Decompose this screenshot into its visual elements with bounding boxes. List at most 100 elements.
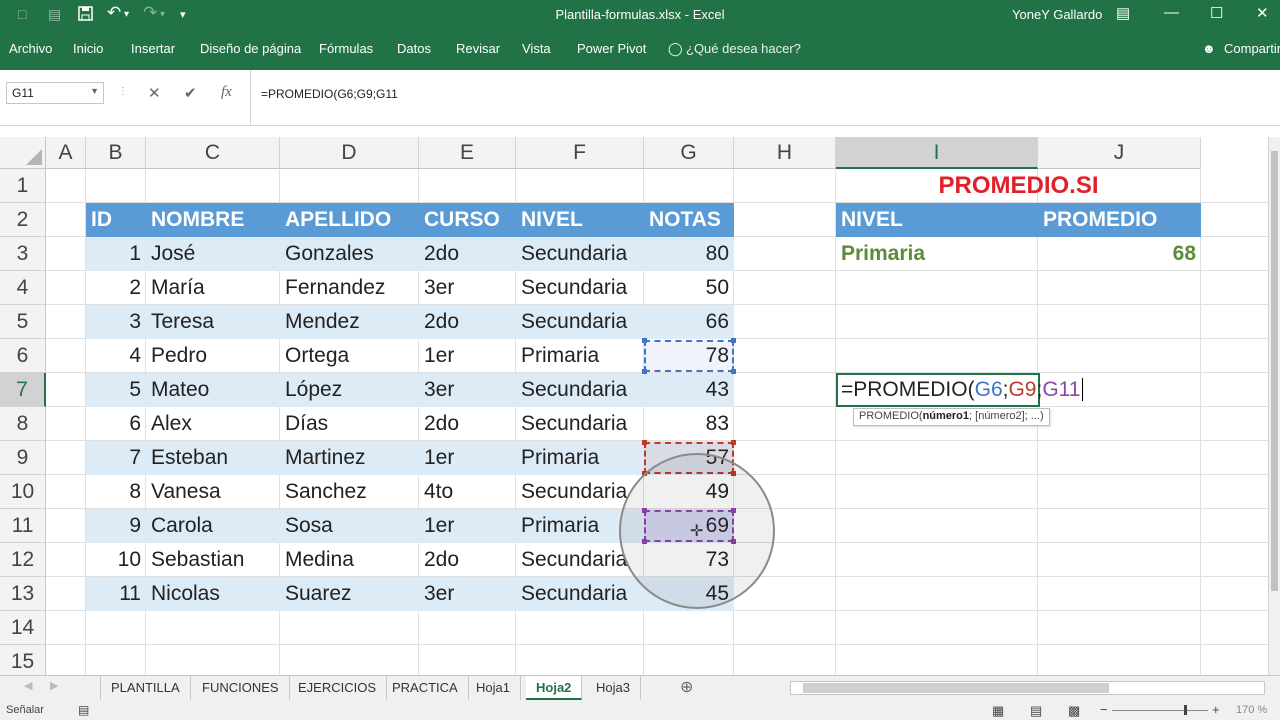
sheet-tab-hoja3[interactable]: Hoja3 <box>586 676 641 700</box>
side-header-nivel[interactable]: NIVEL <box>836 203 1038 237</box>
table-cell-nivel[interactable]: Secundaria <box>516 407 644 441</box>
table-cell-notas[interactable]: 80 <box>644 237 734 271</box>
column-header-g[interactable]: G <box>644 137 734 169</box>
tab-inicio[interactable]: Inicio <box>73 41 103 56</box>
table-cell-apellido[interactable]: Sosa <box>280 509 419 543</box>
table-cell-notas[interactable]: 73 <box>644 543 734 577</box>
table-cell-nombre[interactable]: Pedro <box>146 339 280 373</box>
table-cell-nombre[interactable]: Mateo <box>146 373 280 407</box>
table-cell-id[interactable]: 9 <box>86 509 146 543</box>
row-header-14[interactable]: 14 <box>0 611 46 645</box>
user-name[interactable]: YoneY Gallardo <box>1012 7 1102 22</box>
table-cell-nivel[interactable]: Secundaria <box>516 305 644 339</box>
table-cell-curso[interactable]: 1er <box>419 441 516 475</box>
table-cell-apellido[interactable]: Días <box>280 407 419 441</box>
minimize-button[interactable]: — <box>1164 4 1179 21</box>
tab-power-pivot[interactable]: Power Pivot <box>577 41 646 56</box>
zoom-slider-handle[interactable] <box>1184 705 1187 715</box>
next-sheet-icon[interactable]: ▶ <box>50 679 58 692</box>
normal-view-icon[interactable]: ▦ <box>992 703 1004 719</box>
horizontal-scrollbar[interactable] <box>790 681 1265 695</box>
sheet-tab-ejercicios[interactable]: EJERCICIOS <box>288 676 388 700</box>
tab-formulas[interactable]: Fórmulas <box>319 41 373 56</box>
table-cell-id[interactable]: 6 <box>86 407 146 441</box>
table-cell-apellido[interactable]: Sanchez <box>280 475 419 509</box>
sheet-tab-hoja2[interactable]: Hoja2 <box>526 676 583 700</box>
table-cell-nombre[interactable]: Esteban <box>146 441 280 475</box>
chevron-down-icon[interactable]: ▼ <box>90 86 99 96</box>
column-header-a[interactable]: A <box>46 137 86 169</box>
table-cell-curso[interactable]: 3er <box>419 373 516 407</box>
table-header-nivel[interactable]: NIVEL <box>516 203 644 237</box>
table-cell-id[interactable]: 8 <box>86 475 146 509</box>
maximize-button[interactable]: ☐ <box>1210 4 1223 22</box>
enter-icon[interactable]: ✔ <box>184 84 197 102</box>
column-header-d[interactable]: D <box>280 137 419 169</box>
table-cell-apellido[interactable]: Gonzales <box>280 237 419 271</box>
table-cell-id[interactable]: 4 <box>86 339 146 373</box>
table-cell-curso[interactable]: 3er <box>419 577 516 611</box>
table-cell-nivel[interactable]: Primaria <box>516 509 644 543</box>
row-header-2[interactable]: 2 <box>0 203 46 237</box>
table-cell-curso[interactable]: 1er <box>419 339 516 373</box>
table-cell-notas[interactable]: 83 <box>644 407 734 441</box>
table-cell-id[interactable]: 1 <box>86 237 146 271</box>
row-header-15[interactable]: 15 <box>0 645 46 675</box>
select-all-corner[interactable] <box>0 137 46 169</box>
side-average-value[interactable]: 68 <box>1038 237 1201 271</box>
table-cell-id[interactable]: 2 <box>86 271 146 305</box>
row-header-3[interactable]: 3 <box>0 237 46 271</box>
table-cell-nivel[interactable]: Secundaria <box>516 577 644 611</box>
macro-record-icon[interactable]: ▤ <box>78 703 89 717</box>
table-cell-nombre[interactable]: María <box>146 271 280 305</box>
table-header-curso[interactable]: CURSO <box>419 203 516 237</box>
table-cell-apellido[interactable]: Mendez <box>280 305 419 339</box>
zoom-in-icon[interactable]: + <box>1212 702 1220 717</box>
tab-diseno-pagina[interactable]: Diseño de página <box>200 41 301 56</box>
add-sheet-icon[interactable]: ⊕ <box>680 677 693 697</box>
close-button[interactable]: ✕ <box>1256 4 1269 22</box>
row-header-7[interactable]: 7 <box>0 373 46 407</box>
table-cell-nombre[interactable]: Carola <box>146 509 280 543</box>
table-cell-curso[interactable]: 2do <box>419 237 516 271</box>
row-header-8[interactable]: 8 <box>0 407 46 441</box>
table-cell-nombre[interactable]: Teresa <box>146 305 280 339</box>
column-header-c[interactable]: C <box>146 137 280 169</box>
cancel-icon[interactable]: ✕ <box>148 84 161 102</box>
sheet-tab-hoja1[interactable]: Hoja1 <box>466 676 521 700</box>
worksheet-grid[interactable]: A B C D E F G H I J 1 2 3 4 5 6 7 8 9 10 11 12 13 14 15 ID NOMBRE A… <box>0 137 1268 675</box>
table-cell-notas[interactable]: 43 <box>644 373 734 407</box>
table-header-id[interactable]: ID <box>86 203 146 237</box>
table-cell-notas[interactable]: 45 <box>644 577 734 611</box>
table-cell-nombre[interactable]: José <box>146 237 280 271</box>
table-cell-nombre[interactable]: Sebastian <box>146 543 280 577</box>
side-header-promedio[interactable]: PROMEDIO <box>1038 203 1201 237</box>
active-edit-cell[interactable]: =PROMEDIO(G6;G9;G11 <box>836 373 1084 407</box>
table-cell-apellido[interactable]: López <box>280 373 419 407</box>
tab-insertar[interactable]: Insertar <box>131 41 175 56</box>
table-cell-nivel[interactable]: Primaria <box>516 441 644 475</box>
table-cell-id[interactable]: 10 <box>86 543 146 577</box>
table-cell-id[interactable]: 11 <box>86 577 146 611</box>
row-header-11[interactable]: 11 <box>0 509 46 543</box>
table-cell-notas[interactable]: 50 <box>644 271 734 305</box>
tab-datos[interactable]: Datos <box>397 41 431 56</box>
table-cell-nivel[interactable]: Secundaria <box>516 373 644 407</box>
column-header-i[interactable]: I <box>836 137 1038 169</box>
table-cell-nivel[interactable]: Primaria <box>516 339 644 373</box>
table-cell-curso[interactable]: 4to <box>419 475 516 509</box>
table-cell-id[interactable]: 3 <box>86 305 146 339</box>
side-level-value[interactable]: Primaria <box>836 237 1038 271</box>
vertical-scrollbar[interactable] <box>1268 137 1280 675</box>
table-cell-apellido[interactable]: Suarez <box>280 577 419 611</box>
table-cell-curso[interactable]: 3er <box>419 271 516 305</box>
table-header-notas[interactable]: NOTAS <box>644 203 734 237</box>
function-tooltip[interactable]: PROMEDIO(número1; [número2]; ...) <box>853 408 1050 426</box>
table-cell-apellido[interactable]: Medina <box>280 543 419 577</box>
vertical-scroll-thumb[interactable] <box>1271 151 1278 591</box>
tab-archivo[interactable]: Archivo <box>9 41 52 56</box>
table-cell-apellido[interactable]: Martinez <box>280 441 419 475</box>
sheet-tab-plantilla[interactable]: PLANTILLA <box>100 676 191 700</box>
row-header-6[interactable]: 6 <box>0 339 46 373</box>
table-cell-apellido[interactable]: Fernandez <box>280 271 419 305</box>
